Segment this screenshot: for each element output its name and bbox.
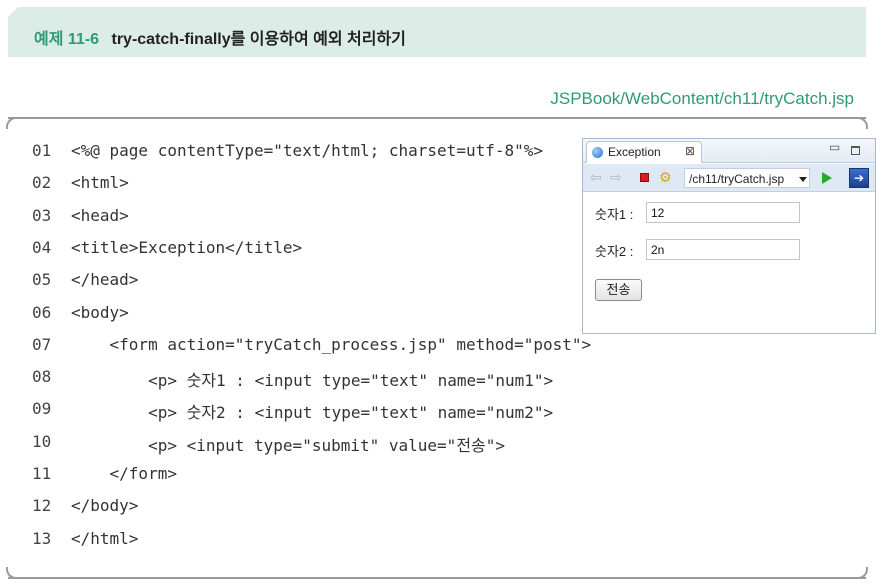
url-text: /ch11/tryCatch.jsp	[689, 172, 785, 186]
code-text: <form action="tryCatch_process.jsp" meth…	[71, 334, 592, 354]
example-title: 예제 11-6 try-catch-finally를 이용하여 예외 처리하기	[34, 25, 406, 49]
code-text: <title>Exception</title>	[71, 237, 303, 257]
line-number: 05	[32, 270, 52, 290]
code-box-corner	[6, 117, 18, 129]
code-box-corner	[6, 567, 18, 579]
close-icon[interactable]: ⊠	[685, 144, 695, 158]
browser-content: 숫자1 : 12 숫자2 : 2n 전송	[583, 193, 875, 333]
url-dropdown[interactable]: /ch11/tryCatch.jsp	[684, 168, 810, 188]
maximize-icon[interactable]	[851, 146, 860, 155]
code-text: <html>	[71, 173, 129, 193]
code-text: <body>	[71, 302, 129, 322]
line-number: 10	[32, 431, 52, 451]
minimize-icon[interactable]: ▭	[829, 140, 840, 154]
globe-icon	[592, 147, 603, 158]
external-browser-icon[interactable]: ➔	[849, 168, 869, 188]
num2-input[interactable]: 2n	[646, 239, 800, 260]
go-icon[interactable]	[822, 172, 832, 184]
code-text: <%@ page contentType="text/html; charset…	[71, 141, 544, 160]
num2-label: 숫자2 :	[595, 244, 634, 259]
stop-icon[interactable]	[640, 173, 649, 182]
line-number: 06	[32, 302, 52, 322]
code-text: </head>	[71, 270, 139, 290]
num1-input[interactable]: 12	[646, 202, 800, 223]
line-number: 08	[32, 367, 52, 387]
code-box-corner	[856, 567, 868, 579]
line-number: 03	[32, 205, 52, 225]
code-text: </body>	[71, 496, 139, 516]
code-text: <head>	[71, 205, 129, 225]
example-title-text: try-catch-finally를 이용하여 예외 처리하기	[111, 31, 406, 48]
line-number: 01	[32, 141, 52, 160]
file-path: JSPBook/WebContent/ch11/tryCatch.jsp	[550, 89, 854, 108]
code-text: <p> 숫자1 : <input type="text" name="num1"…	[71, 371, 554, 391]
line-number: 11	[32, 464, 52, 483]
example-number: 11-6	[67, 31, 100, 48]
header-corner-notch	[8, 7, 18, 17]
arrow-left-icon[interactable]: ⇦	[590, 169, 602, 185]
example-label: 예제	[34, 31, 64, 48]
chevron-down-icon[interactable]	[799, 177, 807, 182]
line-number: 04	[32, 237, 52, 257]
code-box-corner	[856, 117, 868, 129]
line-number: 13	[32, 528, 52, 548]
browser-tab-title: Exception	[608, 145, 661, 159]
refresh-icon[interactable]: ⚙	[659, 169, 672, 185]
line-number: 09	[32, 399, 52, 419]
browser-tab-bar: Exception ⊠ ▭	[583, 139, 875, 163]
arrow-right-icon[interactable]: ⇨	[610, 169, 622, 185]
code-text: </html>	[71, 528, 139, 548]
browser-toolbar: ⇦ ⇨ ⚙ /ch11/tryCatch.jsp ➔	[583, 164, 875, 192]
code-text: <p> <input type="submit" value="전송">	[71, 435, 506, 455]
code-text: </form>	[71, 464, 177, 483]
example-header: 예제 11-6 try-catch-finally를 이용하여 예외 처리하기	[8, 7, 866, 57]
line-number: 07	[32, 334, 52, 354]
browser-preview-window: Exception ⊠ ▭ ⇦ ⇨ ⚙ /ch11/tryCatch.jsp ➔…	[582, 138, 876, 334]
submit-button[interactable]: 전송	[595, 279, 642, 301]
num1-label: 숫자1 :	[595, 207, 634, 222]
line-number: 02	[32, 173, 52, 193]
code-text: <p> 숫자2 : <input type="text" name="num2"…	[71, 403, 554, 423]
line-number: 12	[32, 496, 52, 516]
browser-tab[interactable]: Exception ⊠	[586, 141, 702, 163]
